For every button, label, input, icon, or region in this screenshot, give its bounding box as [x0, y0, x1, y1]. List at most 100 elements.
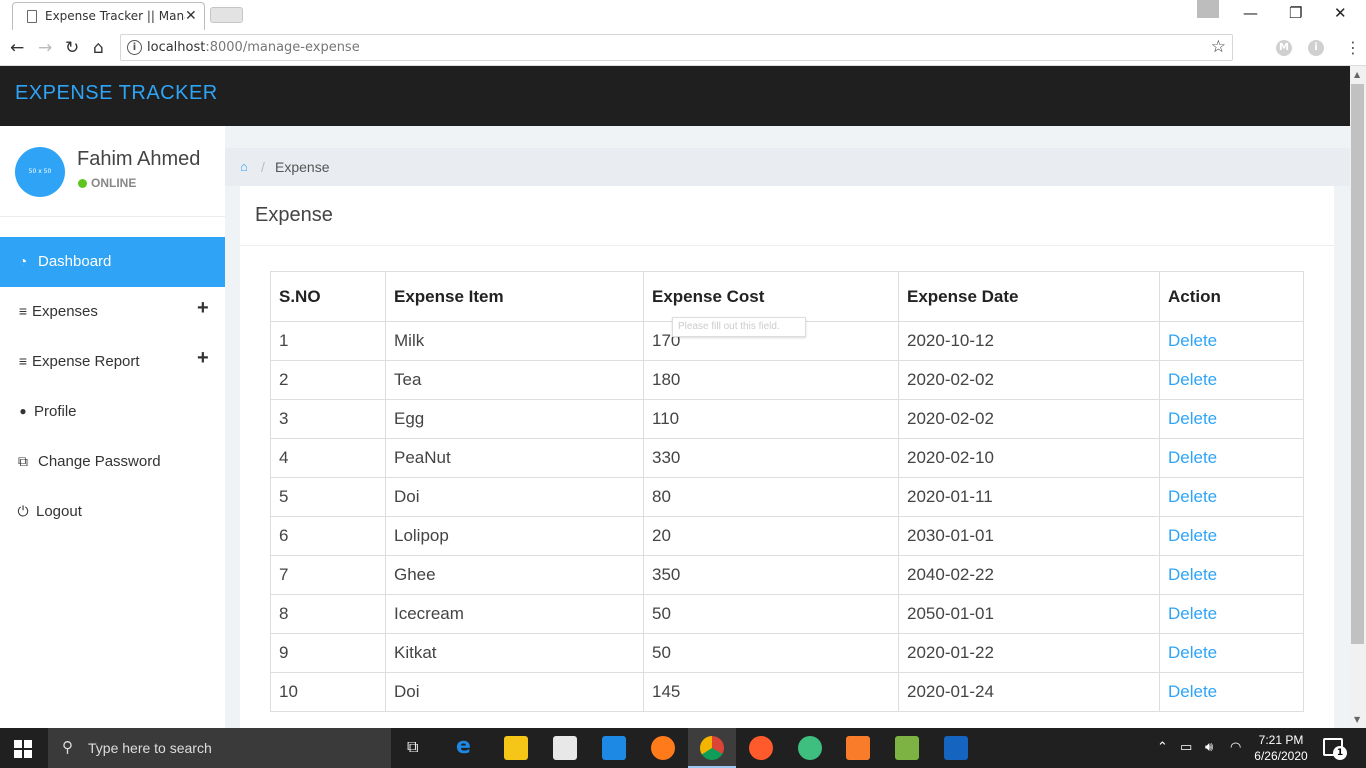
bookmark-star-icon[interactable]: ☆	[1211, 37, 1226, 57]
scroll-up-icon[interactable]: ▲	[1354, 70, 1360, 79]
window-close-icon[interactable]: ✕	[1334, 4, 1347, 22]
taskbar-search[interactable]: ⚲ Type here to search	[48, 728, 391, 768]
table-row: 5 Doi 80 2020-01-11 Delete	[270, 477, 1304, 517]
table-cell: 2020-02-10	[898, 438, 1160, 478]
table-cell: Ghee	[385, 555, 644, 595]
table-cell: 80	[643, 477, 899, 517]
column-header: Expense Date	[898, 271, 1160, 322]
tab-title: Expense Tracker || Manage Expense	[45, 9, 185, 23]
delete-link[interactable]: Delete	[1159, 516, 1304, 556]
dashboard-icon: ◔	[18, 253, 28, 269]
scroll-down-icon[interactable]: ▼	[1354, 715, 1360, 724]
firefox-icon[interactable]	[651, 736, 675, 760]
delete-link[interactable]: Delete	[1159, 555, 1304, 595]
delete-link[interactable]: Delete	[1159, 477, 1304, 517]
delete-link[interactable]: Delete	[1159, 321, 1304, 361]
sidebar-item-expenses[interactable]: ≡ Expenses +	[0, 287, 225, 337]
clock-time: 7:21 PM	[1258, 733, 1304, 747]
delete-link[interactable]: Delete	[1159, 438, 1304, 478]
battery-icon[interactable]: ▭	[1180, 740, 1192, 755]
task-view-icon[interactable]: ⧉	[407, 737, 418, 757]
sidebar-item-dashboard[interactable]: ◔ Dashboard	[0, 237, 225, 287]
taskbar-clock[interactable]: 7:21 PM 6/26/2020	[1253, 732, 1309, 764]
notepad-icon[interactable]	[895, 736, 919, 760]
tray-chevron-icon[interactable]: ⌃	[1157, 740, 1168, 755]
sidebar-item-profile[interactable]: ● Profile	[0, 387, 225, 437]
card-divider	[240, 245, 1334, 246]
table-cell: 2020-10-12	[898, 321, 1160, 361]
atom-icon[interactable]	[798, 736, 822, 760]
delete-link[interactable]: Delete	[1159, 399, 1304, 439]
back-icon[interactable]: ←	[10, 38, 24, 58]
table-header-row: S.NO Expense Item Expense Cost Expense D…	[270, 271, 1304, 322]
user-status-text: ONLINE	[91, 176, 137, 190]
home-icon[interactable]: ⌂	[93, 38, 104, 58]
app-header: EXPENSE TRACKER	[0, 66, 1350, 126]
sidebar-item-label: Expense Report	[32, 353, 140, 370]
delete-link[interactable]: Delete	[1159, 360, 1304, 400]
column-header: Expense Item	[385, 271, 644, 322]
delete-link[interactable]: Delete	[1159, 594, 1304, 634]
sidebar-item-expense-report[interactable]: ≡ Expense Report +	[0, 337, 225, 387]
browser-tab[interactable]: Expense Tracker || Manage Expense ✕	[12, 2, 205, 30]
info-icon[interactable]: i	[127, 40, 142, 55]
firefox-dev-icon[interactable]	[749, 736, 773, 760]
user-name: Fahim Ahmed	[77, 148, 201, 170]
table-cell: 50	[643, 594, 899, 634]
column-header: Action	[1159, 271, 1304, 322]
search-placeholder: Type here to search	[88, 740, 212, 756]
scrollbar[interactable]: ▲ ▼	[1350, 66, 1366, 728]
table-row: 9 Kitkat 50 2020-01-22 Delete	[270, 633, 1304, 673]
profile-icon[interactable]	[1197, 0, 1219, 18]
new-tab-button[interactable]	[210, 7, 243, 23]
wifi-icon[interactable]: ◠	[1230, 740, 1241, 755]
store-icon[interactable]	[553, 736, 577, 760]
reload-icon[interactable]: ↻	[65, 38, 79, 58]
sidebar-item-change-password[interactable]: ⧉ Change Password	[0, 437, 225, 487]
minimize-icon[interactable]: —	[1243, 4, 1258, 22]
extension-info-icon[interactable]: i	[1308, 40, 1324, 56]
extension-m-icon[interactable]: M	[1276, 40, 1292, 56]
bars-icon: ≡	[18, 353, 28, 369]
table-cell: Milk	[385, 321, 644, 361]
notification-center-icon[interactable]: 1	[1323, 738, 1347, 760]
mail-icon[interactable]	[602, 736, 626, 760]
table-cell: 6	[270, 516, 386, 556]
scrollbar-thumb[interactable]	[1351, 84, 1364, 644]
table-body: 1 Milk 170 2020-10-12 Delete 2 Tea 180 2020-02-0…	[270, 321, 1304, 712]
column-header: Expense Cost	[643, 271, 899, 322]
user-status: ONLINE	[78, 176, 136, 190]
table-cell: Icecream	[385, 594, 644, 634]
file-explorer-icon[interactable]	[504, 736, 528, 760]
address-bar[interactable]: i localhost:8000/manage-expense ☆	[120, 34, 1233, 61]
table-cell: 2040-02-22	[898, 555, 1160, 595]
notification-count: 1	[1333, 746, 1347, 760]
expense-card: Expense S.NO Expense Item Expense Cost E…	[240, 186, 1334, 728]
browser-tab-strip: Expense Tracker || Manage Expense ✕ — ❐ …	[0, 0, 1366, 30]
validation-tooltip: Please fill out this field.	[672, 317, 806, 337]
table-row: 7 Ghee 350 2040-02-22 Delete	[270, 555, 1304, 595]
brand-title[interactable]: EXPENSE TRACKER	[15, 82, 218, 105]
windows-start-icon[interactable]	[14, 740, 32, 758]
column-header: S.NO	[270, 271, 386, 322]
copy-icon: ⧉	[18, 453, 28, 469]
xampp-icon[interactable]	[846, 736, 870, 760]
chrome-icon[interactable]	[700, 736, 724, 760]
volume-icon[interactable]: 🔊︎	[1205, 740, 1213, 755]
sidebar-item-logout[interactable]: ⏻ Logout	[0, 487, 225, 537]
close-tab-icon[interactable]: ✕	[185, 8, 197, 24]
browser-menu-icon[interactable]: ⋮	[1345, 38, 1361, 57]
page-icon	[27, 10, 37, 23]
delete-link[interactable]: Delete	[1159, 633, 1304, 673]
expand-plus-icon[interactable]: +	[197, 347, 209, 370]
table-cell: 3	[270, 399, 386, 439]
powershell-icon[interactable]	[944, 736, 968, 760]
edge-icon[interactable]: e	[456, 734, 480, 759]
table-cell: 20	[643, 516, 899, 556]
expand-plus-icon[interactable]: +	[197, 297, 209, 320]
forward-icon[interactable]: →	[38, 38, 52, 58]
taskbar: ⚲ Type here to search ⧉ e ⌃ ▭ 🔊︎ ◠ 7:21 …	[0, 728, 1366, 768]
delete-link[interactable]: Delete	[1159, 672, 1304, 712]
home-icon[interactable]: ⌂	[240, 159, 248, 174]
maximize-icon[interactable]: ❐	[1289, 4, 1302, 22]
